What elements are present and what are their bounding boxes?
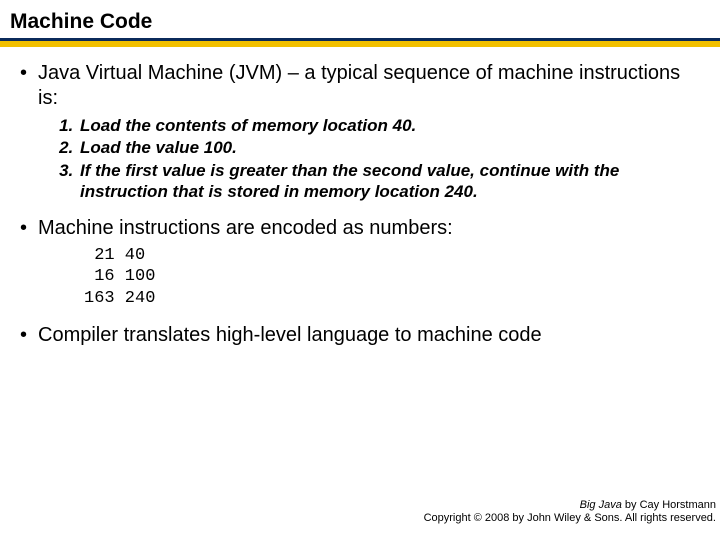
- bullet-list: Java Virtual Machine (JVM) – a typical s…: [16, 61, 704, 348]
- title-block: Machine Code: [0, 0, 720, 34]
- bullet-item-jvm: Java Virtual Machine (JVM) – a typical s…: [16, 61, 704, 202]
- bullet-text: Java Virtual Machine (JVM) – a typical s…: [38, 62, 680, 109]
- slide: Machine Code Java Virtual Machine (JVM) …: [0, 0, 720, 540]
- step-2: Load the value 100.: [78, 137, 704, 158]
- bullet-text: Machine instructions are encoded as numb…: [38, 217, 453, 239]
- content-area: Java Virtual Machine (JVM) – a typical s…: [0, 47, 720, 348]
- bullet-item-encoding: Machine instructions are encoded as numb…: [16, 216, 704, 309]
- bullet-item-compiler: Compiler translates high-level language …: [16, 323, 704, 348]
- code-block: 21 40 16 100 163 240: [84, 245, 704, 309]
- footer-copyright: Copyright © 2008 by John Wiley & Sons. A…: [424, 512, 716, 526]
- step-1: Load the contents of memory location 40.: [78, 115, 704, 136]
- slide-title: Machine Code: [10, 10, 720, 34]
- footer-author: by Cay Horstmann: [622, 499, 716, 511]
- step-3: If the first value is greater than the s…: [78, 160, 704, 203]
- footer: Big Java by Cay Horstmann Copyright © 20…: [424, 499, 716, 527]
- footer-line-1: Big Java by Cay Horstmann: [424, 499, 716, 513]
- bullet-text: Compiler translates high-level language …: [38, 324, 542, 346]
- footer-book: Big Java: [580, 499, 622, 511]
- step-list: Load the contents of memory location 40.…: [38, 115, 704, 202]
